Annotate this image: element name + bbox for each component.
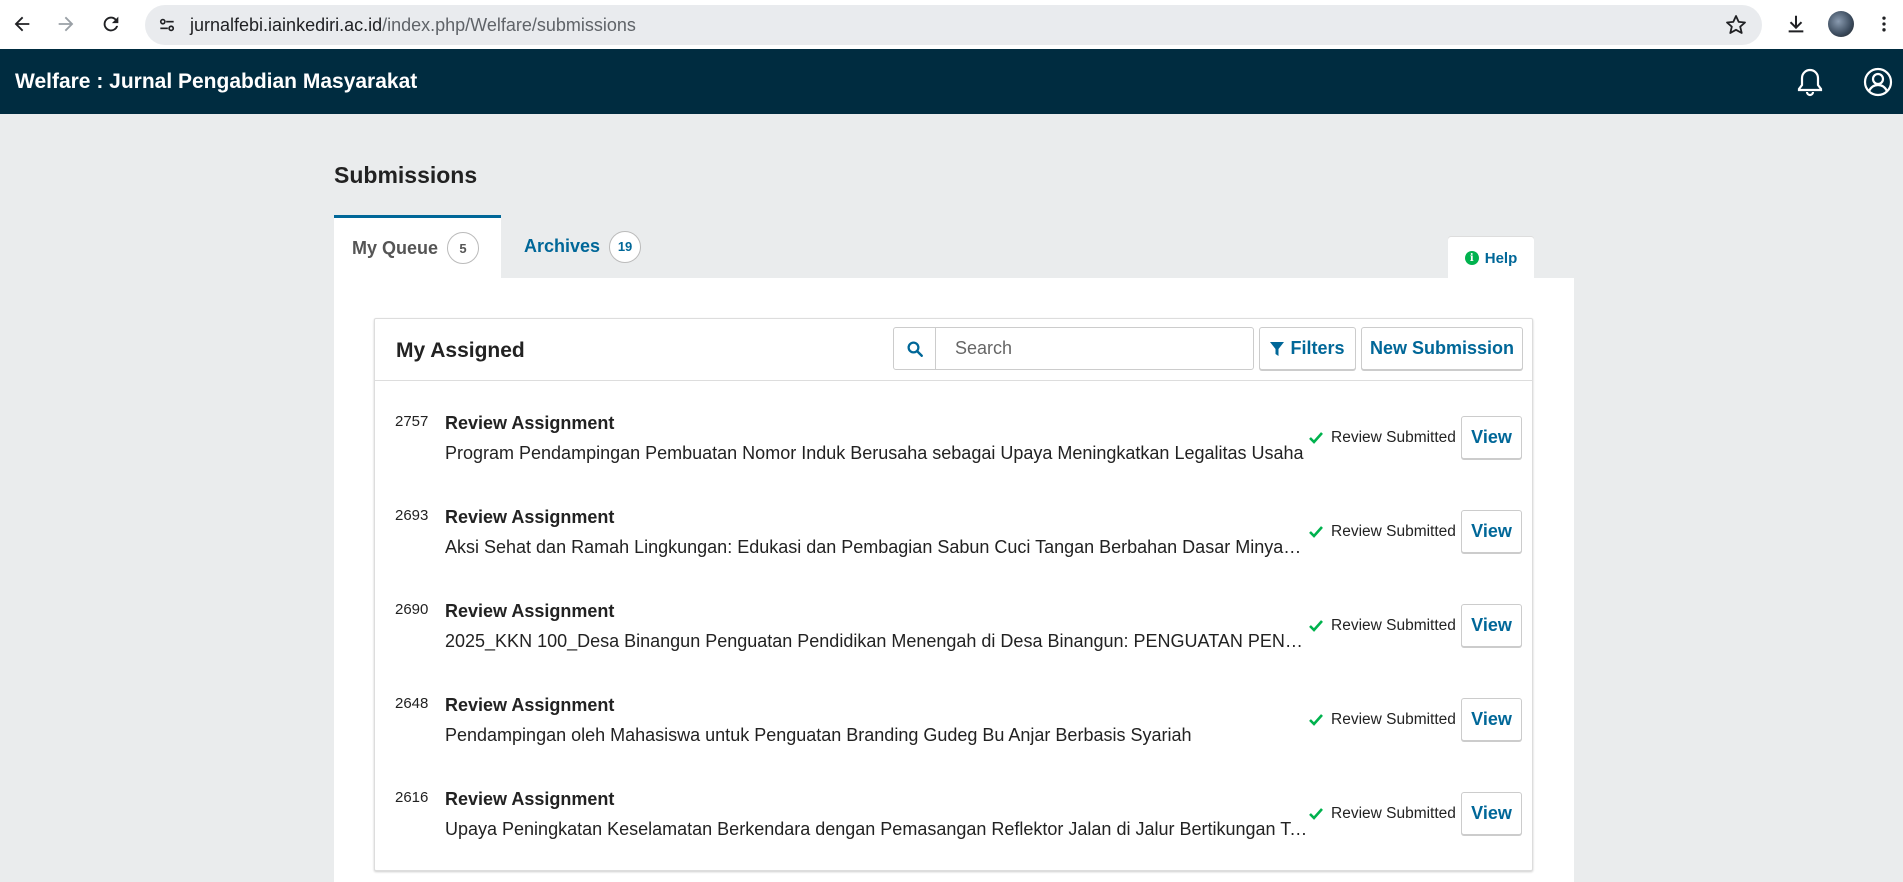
forward-icon (58, 16, 74, 32)
more-icon (1882, 16, 1886, 32)
check-icon (1309, 714, 1323, 726)
assignment-type: Review Assignment (445, 413, 615, 433)
profile-avatar (1828, 11, 1854, 37)
user-icon (1863, 67, 1893, 97)
status-badge: Review Submitted (1309, 805, 1456, 823)
bell-icon (1797, 68, 1823, 97)
submission-title: Upaya Peningkatan Keselamatan Berkendara… (445, 819, 1310, 839)
view-button[interactable]: View (1461, 698, 1522, 741)
tab-panel: My Assigned Filters New Submission 2757 … (334, 278, 1574, 882)
submission-id: 2648 (395, 695, 429, 712)
search-box (893, 327, 1254, 370)
filter-icon (1270, 341, 1285, 356)
notifications-button[interactable] (1794, 66, 1826, 98)
site-info-icon[interactable] (153, 11, 181, 39)
bookmark-star-button[interactable] (1724, 13, 1748, 37)
filters-label: Filters (1290, 338, 1345, 358)
count-badge: 19 (609, 230, 642, 263)
list-item[interactable]: 2648 Review Assignment Pendampingan oleh… (375, 681, 1532, 775)
help-button[interactable]: i Help (1448, 237, 1534, 279)
reload-icon (103, 16, 119, 32)
browser-menu-button[interactable] (1866, 6, 1902, 42)
submission-id: 2690 (395, 601, 429, 618)
assignment-type: Review Assignment (445, 601, 615, 621)
new-submission-button[interactable]: New Submission (1361, 327, 1523, 370)
list-header: My Assigned Filters New Submission (375, 319, 1532, 381)
submission-title: Pendampingan oleh Mahasiswa untuk Pengua… (445, 725, 1192, 745)
tab-label: Archives (524, 236, 601, 256)
forward-button[interactable] (48, 6, 84, 42)
status-badge: Review Submitted (1309, 523, 1456, 541)
assignment-type: Review Assignment (445, 789, 615, 809)
submissions-list-panel: My Assigned Filters New Submission 2757 … (374, 318, 1533, 871)
check-icon (1309, 432, 1323, 444)
app-header: Welfare : Jurnal Pengabdian Masyarakat (0, 49, 1903, 114)
url-path: /index.php/Welfare/submissions (382, 15, 636, 35)
status-label: Review Submitted (1331, 429, 1456, 446)
list-item[interactable]: 2616 Review Assignment Upaya Peningkatan… (375, 775, 1532, 869)
journal-title[interactable]: Welfare : Jurnal Pengabdian Masyarakat (15, 70, 417, 94)
status-badge: Review Submitted (1309, 617, 1456, 635)
view-button[interactable]: View (1461, 510, 1522, 553)
list-item[interactable]: 2757 Review Assignment Program Pendampin… (375, 399, 1532, 493)
check-icon (1309, 526, 1323, 538)
list-item[interactable]: 2690 Review Assignment 2025_KKN 100_Desa… (375, 587, 1532, 681)
status-label: Review Submitted (1331, 711, 1456, 728)
status-badge: Review Submitted (1309, 429, 1456, 447)
submission-title: Aksi Sehat dan Ramah Lingkungan: Edukasi… (445, 537, 1310, 557)
view-button[interactable]: View (1461, 416, 1522, 459)
help-label: Help (1484, 249, 1518, 267)
url-host: jurnalfebi.iainkediri.ac.id (190, 15, 383, 35)
back-button[interactable] (4, 6, 40, 42)
view-button[interactable]: View (1461, 604, 1522, 647)
info-icon: i (1464, 251, 1479, 265)
status-label: Review Submitted (1331, 523, 1456, 540)
reload-button[interactable] (93, 6, 129, 42)
filters-button[interactable]: Filters (1259, 327, 1356, 370)
submission-id: 2616 (395, 789, 429, 806)
address-bar[interactable]: jurnalfebi.iainkediri.ac.id/index.php/We… (145, 5, 1762, 45)
view-button[interactable]: View (1461, 792, 1522, 835)
tab-archives[interactable]: Archives 19 (506, 215, 656, 278)
status-badge: Review Submitted (1309, 711, 1456, 729)
check-icon (1309, 620, 1323, 632)
list-item[interactable]: 2693 Review Assignment Aksi Sehat dan Ra… (375, 493, 1532, 587)
submission-title: Program Pendampingan Pembuatan Nomor Ind… (445, 443, 1304, 463)
status-label: Review Submitted (1331, 617, 1456, 634)
submission-title: 2025_KKN 100_Desa Binangun Penguatan Pen… (445, 631, 1310, 651)
list-title: My Assigned (396, 339, 525, 362)
page-title: Submissions (334, 162, 478, 188)
tab-label: My Queue (352, 237, 439, 258)
check-icon (1309, 808, 1323, 820)
search-icon[interactable] (894, 328, 936, 369)
tab-my-queue[interactable]: My Queue 5 (334, 215, 501, 278)
search-input[interactable] (937, 328, 1251, 369)
new-submission-label: New Submission (1369, 338, 1515, 358)
user-menu-button[interactable] (1862, 66, 1894, 98)
status-label: Review Submitted (1331, 805, 1456, 822)
assignment-type: Review Assignment (445, 507, 615, 527)
url-text: jurnalfebi.iainkediri.ac.id/index.php/We… (190, 15, 636, 36)
star-icon (1726, 15, 1746, 34)
browser-toolbar: jurnalfebi.iainkediri.ac.id/index.php/We… (0, 0, 1903, 49)
profile-button[interactable] (1823, 6, 1859, 42)
assignment-type: Review Assignment (445, 695, 615, 715)
count-badge: 5 (447, 232, 480, 264)
submission-id: 2693 (395, 507, 429, 524)
download-icon (1788, 15, 1804, 33)
back-icon (14, 16, 30, 32)
submission-id: 2757 (395, 413, 429, 430)
download-button[interactable] (1778, 6, 1814, 42)
